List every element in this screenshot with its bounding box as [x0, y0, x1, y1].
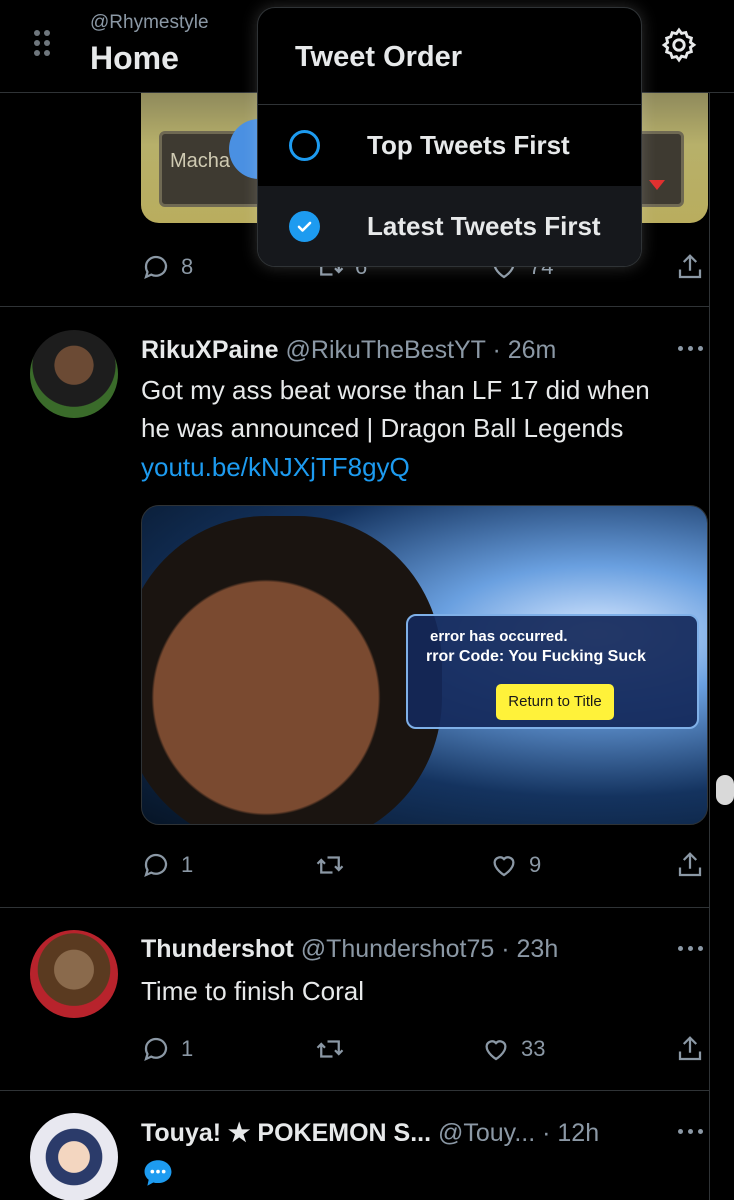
media-text: Macha: [170, 150, 231, 172]
retweet-button[interactable]: [315, 850, 345, 880]
share-icon: [678, 254, 702, 279]
tweet-text-line: Got my ass beat worse than LF 17 did whe…: [141, 375, 650, 405]
reply-icon: [144, 1037, 168, 1062]
tweet-time[interactable]: · 26m: [492, 336, 556, 364]
tweet-text: Time to finish Coral: [141, 976, 364, 1006]
option-label: Latest Tweets First: [367, 211, 601, 241]
streamer-face: [142, 516, 442, 824]
share-button[interactable]: [675, 850, 705, 880]
tweet-time[interactable]: · 12h: [542, 1119, 599, 1147]
speech-bubble-icon: [144, 1160, 172, 1186]
error-code-prefix: rror Code:: [426, 648, 505, 665]
divider: [0, 306, 709, 307]
menu-title: Tweet Order: [295, 41, 463, 73]
like-icon: [493, 856, 515, 877]
user-handle[interactable]: @Touy...: [438, 1119, 535, 1147]
page-title: Home: [90, 40, 179, 76]
user-handle[interactable]: @Thundershot75: [301, 935, 495, 963]
divider: [0, 1090, 709, 1091]
more-icon[interactable]: [676, 946, 706, 956]
radio-unselected-icon[interactable]: [289, 130, 320, 161]
reply-button[interactable]: 8: [141, 252, 193, 282]
scrollbar-track[interactable]: [709, 93, 734, 1200]
divider: [0, 907, 709, 908]
more-icon[interactable]: [676, 346, 706, 356]
retweet-icon: [316, 1040, 344, 1058]
retweet-icon: [316, 856, 344, 874]
reply-count: 1: [181, 1036, 194, 1061]
scrollbar-thumb[interactable]: [716, 775, 734, 805]
user-handle[interactable]: @RikuTheBestYT: [286, 336, 486, 364]
share-icon: [678, 852, 702, 877]
share-button[interactable]: [675, 1034, 705, 1064]
option-label: Top Tweets First: [367, 130, 570, 160]
like-button[interactable]: 9: [489, 850, 541, 880]
tweet-actions: 1 9: [141, 850, 709, 880]
avatar[interactable]: [30, 330, 118, 418]
like-count: 33: [521, 1036, 546, 1061]
retweet-button[interactable]: [315, 1034, 345, 1064]
share-button[interactable]: [675, 252, 705, 282]
radio-selected-icon[interactable]: [289, 211, 320, 242]
checkmark-icon: [297, 221, 312, 232]
error-line: error has occurred.: [430, 628, 568, 645]
error-code: You Fucking Suck: [508, 648, 646, 665]
reply-count: 1: [181, 852, 194, 877]
tweet-actions: 1 33: [141, 1034, 709, 1064]
video-thumbnail[interactable]: error has occurred. rror Code: You Fucki…: [141, 505, 708, 825]
tweet-text-line: he was announced | Dragon Ball Legends: [141, 413, 624, 443]
like-button[interactable]: 33: [481, 1034, 545, 1064]
tweet-header: RikuXPaine @RikuTheBestYT · 26m: [141, 336, 556, 365]
display-name[interactable]: Touya! ★ POKEMON S...: [141, 1119, 431, 1147]
display-name[interactable]: Thundershot: [141, 935, 294, 963]
error-dialog: error has occurred. rror Code: You Fucki…: [406, 614, 699, 729]
reply-count: 8: [181, 254, 194, 279]
return-to-title-button: Return to Title: [496, 684, 614, 720]
like-count: 9: [529, 852, 542, 877]
drag-handle-icon[interactable]: [34, 30, 54, 60]
reply-icon: [144, 255, 168, 280]
display-name[interactable]: RikuXPaine: [141, 336, 279, 364]
error-code-line: rror Code: You Fucking Suck: [426, 648, 646, 666]
share-icon: [678, 1036, 702, 1061]
gear-icon[interactable]: [660, 26, 698, 64]
tweet-header: Touya! ★ POKEMON S... @Touy... · 12h: [141, 1118, 599, 1148]
more-icon[interactable]: [676, 1129, 706, 1139]
tweet-order-menu: Tweet Order Top Tweets First Latest Twee…: [257, 7, 642, 267]
reply-icon: [144, 853, 168, 878]
tweet-link[interactable]: youtu.be/kNJXjTF8gyQ: [141, 452, 410, 483]
tweet-time[interactable]: · 23h: [501, 935, 558, 963]
option-top-tweets-first[interactable]: Top Tweets First: [258, 105, 641, 186]
avatar[interactable]: [30, 1113, 118, 1200]
account-handle: @Rhymestyle: [90, 12, 209, 33]
tweet-header: Thundershot @Thundershot75 · 23h: [141, 935, 558, 964]
tweet-text: Got my ass beat worse than LF 17 did whe…: [141, 371, 650, 447]
option-latest-tweets-first[interactable]: Latest Tweets First: [258, 186, 641, 266]
reply-button[interactable]: 1: [141, 1034, 193, 1064]
reply-button[interactable]: 1: [141, 850, 193, 880]
avatar[interactable]: [30, 930, 118, 1018]
like-icon: [485, 1040, 507, 1061]
